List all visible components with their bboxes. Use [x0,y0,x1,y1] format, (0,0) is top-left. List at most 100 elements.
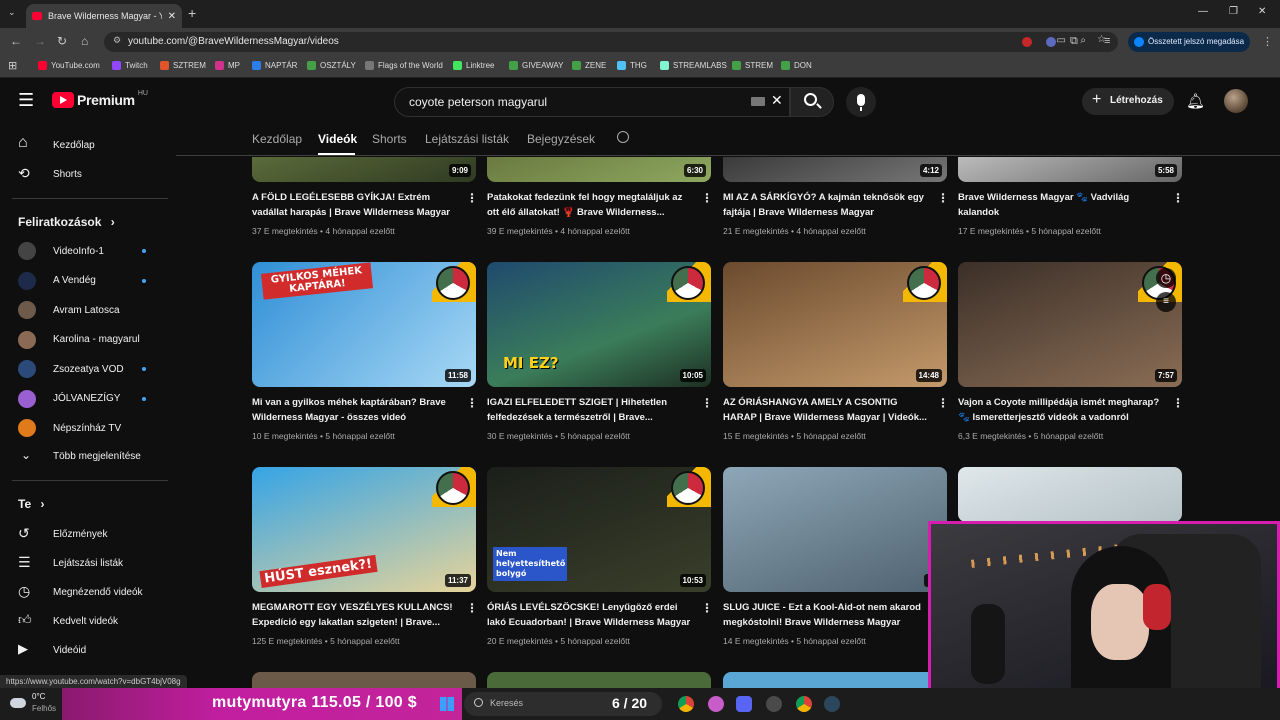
video-thumbnail[interactable]: 10: [723,467,947,592]
forward-button[interactable]: → [34,34,46,48]
tab-videos[interactable]: Videók [318,132,357,146]
video-thumbnail[interactable]: 4:12 [723,157,947,182]
steam-icon[interactable] [824,696,840,712]
more-actions-icon[interactable]: ⋮ [701,396,713,410]
sidebar-item-home[interactable]: ⌂ Kezdőlap [0,131,170,159]
windows-start-icon[interactable] [440,697,454,711]
bookmark-item[interactable]: MP [215,61,240,70]
notifications-bell-icon[interactable]: 🔔︎ [1186,92,1205,110]
bookmark-item[interactable]: DON [781,61,812,70]
sidebar-item-playlists[interactable]: ☰ Lejátszási listák [0,549,170,577]
more-actions-icon[interactable]: ⋮ [466,396,478,410]
video-thumbnail[interactable] [958,467,1182,522]
more-actions-icon[interactable]: ⋮ [937,396,949,410]
tab-home[interactable]: Kezdőlap [252,132,302,146]
video-thumbnail[interactable]: GYILKOS MÉHEK KAPTÁRA! 11:58 [252,262,476,387]
video-title[interactable]: Mi van a gyilkos méhek kaptárában? Brave… [252,395,457,425]
minimize-button[interactable]: — [1198,6,1208,17]
video-title[interactable]: SLUG JUICE - Ezt a Kool-Aid-ot nem akaro… [723,600,928,630]
sidebar-item-your-videos[interactable]: ▶ Videóid [0,636,170,664]
sidebar-subscription-item[interactable]: Avram Latosca [0,296,170,324]
sidebar-item-watch-later[interactable]: ◷ Megnézendő videók [0,578,170,606]
add-to-queue-icon[interactable]: ≡ [1156,292,1176,312]
zoom-icon[interactable]: ⌕ [1080,35,1086,46]
reload-button[interactable]: ↻ [57,34,67,48]
tab-list-icon[interactable]: ⌄ [8,7,16,18]
you-heading[interactable]: Te › [18,497,44,511]
video-thumbnail[interactable]: 5:58 [958,157,1182,182]
discord-icon[interactable] [736,696,752,712]
bookmark-item[interactable]: YouTube.com [38,61,100,70]
close-window-button[interactable]: ✕ [1258,6,1266,17]
browser-menu-icon[interactable]: ⋮ [1262,35,1273,48]
watch-later-clock-icon[interactable]: ◷ [1156,268,1176,288]
video-thumbnail[interactable]: Nem helyettesíthető bolygó 10:53 [487,467,711,592]
sidebar-subscription-item[interactable]: JÓLVANEZÍGY [0,385,170,413]
bookmark-item[interactable]: SZTREM [160,61,206,70]
channel-search-icon[interactable] [617,131,629,143]
cast-icon[interactable]: ▭ [1057,35,1066,46]
app-icon[interactable] [766,696,782,712]
home-button[interactable]: ⌂ [81,34,88,48]
more-actions-icon[interactable]: ⋮ [466,601,478,615]
sidebar-subscription-item[interactable]: A Vendég [0,267,170,295]
bookmark-item[interactable]: Twitch [112,61,148,70]
more-actions-icon[interactable]: ⋮ [1172,396,1184,410]
youtube-premium-logo[interactable]: Premium HU [52,90,148,108]
sidebar-subscription-item[interactable]: Népszínház TV [0,414,170,442]
chrome-icon[interactable] [678,696,694,712]
video-thumbnail[interactable]: 6:30 [487,157,711,182]
bookmark-item[interactable]: THG [617,61,647,70]
video-thumbnail[interactable]: HÚST esznek?! 11:37 [252,467,476,592]
bookmark-item[interactable]: OSZTÁLY [307,61,356,70]
back-button[interactable]: ← [10,34,22,48]
sidebar-subscription-item[interactable]: VideoInfo-1 [0,237,170,265]
bookmark-item[interactable]: NAPTÁR [252,61,297,70]
restore-button[interactable]: ❐ [1229,6,1238,17]
close-tab-icon[interactable]: ✕ [168,11,176,22]
password-prompt-pill[interactable]: Összetett jelszó megadása [1128,32,1250,52]
sidebar-item-history[interactable]: ↺ Előzmények [0,520,170,548]
tab-posts[interactable]: Bejegyzések [527,132,595,146]
video-thumbnail[interactable]: 7:57 ◷ ≡ [958,262,1182,387]
more-actions-icon[interactable]: ⋮ [701,601,713,615]
sidebar-item-liked[interactable]: 👍︎ Kedvelt videók [0,607,170,635]
video-title[interactable]: ÓRIÁS LEVÉLSZÖCSKE! Lenyűgöző erdei lakó… [487,600,692,630]
video-title[interactable]: AZ ÓRIÁSHANGYA AMELY A CSONTIG HARAP | B… [723,395,928,425]
search-input[interactable]: coyote peterson magyarul ✕ [394,87,790,117]
extensions-puzzle-icon[interactable]: ⧉ [1070,35,1078,48]
clear-search-icon[interactable]: ✕ [771,92,783,109]
bookmark-item[interactable]: ZENE [572,61,606,70]
sidebar-subscription-item[interactable]: Zsozeatya VOD [0,355,170,383]
video-title[interactable]: A FÖLD LEGÉLESEBB GYÍKJA! Extrém vadálla… [252,190,457,220]
video-thumbnail[interactable]: MI EZ? 10:05 [487,262,711,387]
sidebar-item-shorts[interactable]: ⟲ Shorts [0,160,170,188]
video-thumbnail[interactable] [723,672,947,688]
video-thumbnail[interactable]: 9:09 [252,157,476,182]
video-thumbnail[interactable] [487,672,711,688]
bookmark-item[interactable]: STREM [732,61,773,70]
voice-search-button[interactable] [846,87,876,117]
more-actions-icon[interactable]: ⋮ [1172,191,1184,205]
video-title[interactable]: Brave Wilderness Magyar 🐾 Vadvilág kalan… [958,190,1163,220]
subscriptions-heading[interactable]: Feliratkozások › [18,215,115,229]
extension-icon[interactable] [1022,37,1032,47]
chrome-icon[interactable] [796,696,812,712]
site-info-icon[interactable]: ⚙ [113,35,121,46]
keyboard-icon[interactable] [751,97,765,106]
tab-shorts[interactable]: Shorts [372,132,407,146]
address-bar[interactable]: ⚙ youtube.com/@BraveWildernessMagyar/vid… [104,32,1118,52]
browser-tab[interactable]: Brave Wilderness Magyar - You ✕ [26,4,182,28]
bookmark-item[interactable]: GIVEAWAY [509,61,564,70]
more-actions-icon[interactable]: ⋮ [701,191,713,205]
avatar[interactable] [1224,89,1248,113]
bookmark-item[interactable]: STREAMLABS [660,61,727,70]
video-title[interactable]: IGAZI ELFELEDETT SZIGET | Hihetetlen fel… [487,395,692,425]
video-thumbnail[interactable]: 14:48 [723,262,947,387]
app-icon[interactable] [708,696,724,712]
video-title[interactable]: Vajon a Coyote millipédája ismét meghara… [958,395,1163,425]
extension-icon[interactable] [1046,37,1056,47]
video-thumbnail[interactable] [252,672,476,688]
show-more-button[interactable]: ⌄ Több megjelenítése [0,442,170,470]
video-title[interactable]: Patakokat fedezünk fel hogy megtaláljuk … [487,190,692,220]
